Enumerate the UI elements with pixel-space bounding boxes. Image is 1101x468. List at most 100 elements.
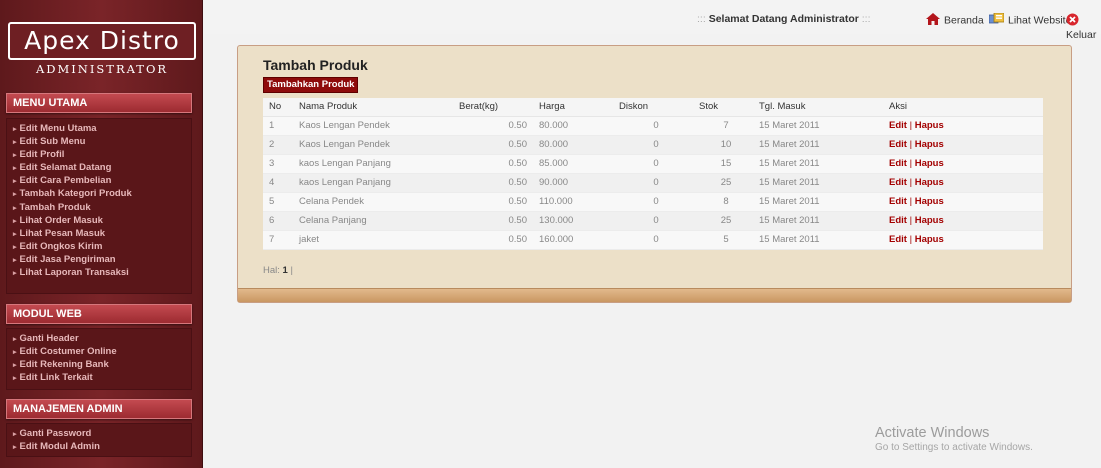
chevron-right-icon: ▸ (13, 178, 17, 186)
action-separator: | (909, 177, 913, 188)
modul-web-item[interactable]: ▸ Edit Rekening Bank (7, 358, 191, 371)
menu-utama-item[interactable]: ▸ Edit Profil (7, 148, 191, 161)
chevron-right-icon: ▸ (13, 165, 17, 173)
menu-utama-item[interactable]: ▸ Lihat Laporan Transaksi (7, 266, 191, 279)
hapus-link[interactable]: Hapus (915, 177, 944, 188)
menu-utama-item[interactable]: ▸ Edit Jasa Pengiriman (7, 253, 191, 266)
cell-nama-produk: Celana Pendek (293, 192, 453, 212)
modul-web-item-label: Ganti Header (19, 333, 79, 344)
cell-diskon: 0 (613, 173, 693, 193)
menu-utama-item-label: Edit Profil (19, 149, 65, 161)
menu-utama-item-label: Edit Sub Menu (19, 136, 86, 148)
cell-harga: 160.000 (533, 230, 613, 250)
cell-no: 1 (263, 116, 293, 136)
col-harga: Harga (533, 98, 613, 117)
manajemen-admin-list: ▸ Ganti Password ▸ Edit Modul Admin (6, 423, 192, 457)
cell-harga: 80.000 (533, 135, 613, 155)
action-separator: | (909, 120, 913, 131)
col-no: No (263, 98, 293, 117)
cell-no: 6 (263, 211, 293, 231)
action-separator: | (909, 158, 913, 169)
chevron-right-icon: ▸ (13, 256, 17, 264)
pager-current-page[interactable]: 1 (283, 265, 288, 276)
menu-utama-item[interactable]: ▸ Lihat Pesan Masuk (7, 227, 191, 240)
cell-berat: 0.50 (453, 173, 533, 193)
edit-link[interactable]: Edit (889, 234, 907, 245)
beranda-label: Beranda (944, 14, 984, 27)
edit-link[interactable]: Edit (889, 120, 907, 131)
manajemen-admin-item[interactable]: ▸ Edit Modul Admin (7, 440, 191, 453)
hapus-link[interactable]: Hapus (915, 139, 944, 150)
menu-utama-heading: MENU UTAMA (6, 93, 192, 113)
chevron-right-icon: ▸ (13, 217, 17, 225)
edit-link[interactable]: Edit (889, 196, 907, 207)
menu-utama-item[interactable]: ▸ Tambah Kategori Produk (7, 187, 191, 200)
col-berat: Berat(kg) (453, 98, 533, 117)
cell-nama-produk: jaket (293, 230, 453, 250)
modul-web-item[interactable]: ▸ Ganti Header (7, 332, 191, 345)
edit-link[interactable]: Edit (889, 215, 907, 226)
modul-web-item[interactable]: ▸ Edit Link Terkait (7, 371, 191, 384)
hapus-link[interactable]: Hapus (915, 234, 944, 245)
hapus-link[interactable]: Hapus (915, 120, 944, 131)
logo-title: Apex Distro (24, 26, 180, 55)
menu-utama-item[interactable]: ▸ Edit Menu Utama (7, 122, 191, 135)
cell-berat: 0.50 (453, 135, 533, 155)
cell-diskon: 0 (613, 154, 693, 174)
menu-utama-list: ▸ Edit Menu Utama ▸ Edit Sub Menu ▸ Edit Prof… (6, 118, 192, 294)
menu-utama-item[interactable]: ▸ Edit Sub Menu (7, 135, 191, 148)
table-row: 5 Celana Pendek 0.50 110.000 0 8 15 Maret 2011… (263, 192, 1043, 212)
product-table: No Nama Produk Berat(kg) Harga Diskon St… (263, 98, 1043, 250)
menu-utama-item-label: Lihat Pesan Masuk (19, 227, 106, 239)
home-icon (926, 13, 940, 28)
modul-web-item-label: Edit Rekening Bank (19, 359, 109, 371)
lihat-website-label: Lihat Website (1008, 14, 1072, 27)
page-title: Tambah Produk (263, 57, 368, 73)
cell-diskon: 0 (613, 135, 693, 155)
modul-web-item[interactable]: ▸ Edit Costumer Online (7, 345, 191, 358)
table-header-row: No Nama Produk Berat(kg) Harga Diskon St… (263, 98, 1043, 117)
menu-utama-item[interactable]: ▸ Lihat Order Masuk (7, 214, 191, 227)
cell-aksi: Edit | Hapus (883, 211, 1043, 231)
hapus-link[interactable]: Hapus (915, 158, 944, 169)
manajemen-admin-item[interactable]: ▸ Ganti Password (7, 427, 191, 440)
chevron-right-icon: ▸ (13, 270, 17, 278)
cell-harga: 80.000 (533, 116, 613, 136)
cell-berat: 0.50 (453, 192, 533, 212)
menu-utama-item[interactable]: ▸ Edit Cara Pembelian (7, 174, 191, 187)
menu-utama-item-label: Lihat Laporan Transaksi (19, 267, 129, 279)
edit-link[interactable]: Edit (889, 177, 907, 188)
cell-nama-produk: Kaos Lengan Pendek (293, 116, 453, 136)
cell-tgl-masuk: 15 Maret 2011 (753, 173, 883, 193)
cell-tgl-masuk: 15 Maret 2011 (753, 116, 883, 136)
action-separator: | (909, 215, 913, 226)
cell-diskon: 0 (613, 116, 693, 136)
keluar-link[interactable]: Keluar (1066, 13, 1101, 41)
add-product-button[interactable]: Tambahkan Produk (263, 77, 359, 93)
hapus-link[interactable]: Hapus (915, 196, 944, 207)
menu-utama-item-label: Edit Menu Utama (19, 123, 97, 134)
edit-link[interactable]: Edit (889, 139, 907, 150)
cell-no: 2 (263, 135, 293, 155)
table-row: 2 Kaos Lengan Pendek 0.50 80.000 0 10 15 Maret… (263, 135, 1043, 155)
table-row: 4 kaos Lengan Panjang 0.50 90.000 0 25 15 Mare… (263, 173, 1043, 193)
edit-link[interactable]: Edit (889, 158, 907, 169)
cell-tgl-masuk: 15 Maret 2011 (753, 230, 883, 250)
menu-utama-item-label: Lihat Order Masuk (19, 214, 103, 226)
chevron-right-icon: ▸ (13, 139, 17, 147)
col-diskon: Diskon (613, 98, 693, 117)
chevron-right-icon: ▸ (13, 204, 17, 212)
chevron-right-icon: ▸ (13, 243, 17, 251)
cell-tgl-masuk: 15 Maret 2011 (753, 154, 883, 174)
menu-utama-item[interactable]: ▸ Edit Ongkos Kirim (7, 240, 191, 253)
menu-utama-item[interactable]: ▸ Edit Selamat Datang (7, 161, 191, 174)
welcome-dots-right: ::: (861, 13, 871, 25)
cell-aksi: Edit | Hapus (883, 173, 1043, 193)
hapus-link[interactable]: Hapus (915, 215, 944, 226)
menu-utama-item[interactable]: ▸ Tambah Produk (7, 201, 191, 214)
beranda-link[interactable]: Beranda (926, 13, 984, 28)
lihat-website-link[interactable]: Lihat Website (988, 12, 1072, 28)
cell-berat: 0.50 (453, 154, 533, 174)
cell-no: 7 (263, 230, 293, 250)
table-row: 1 Kaos Lengan Pendek 0.50 80.000 0 7 15 Maret … (263, 116, 1043, 136)
